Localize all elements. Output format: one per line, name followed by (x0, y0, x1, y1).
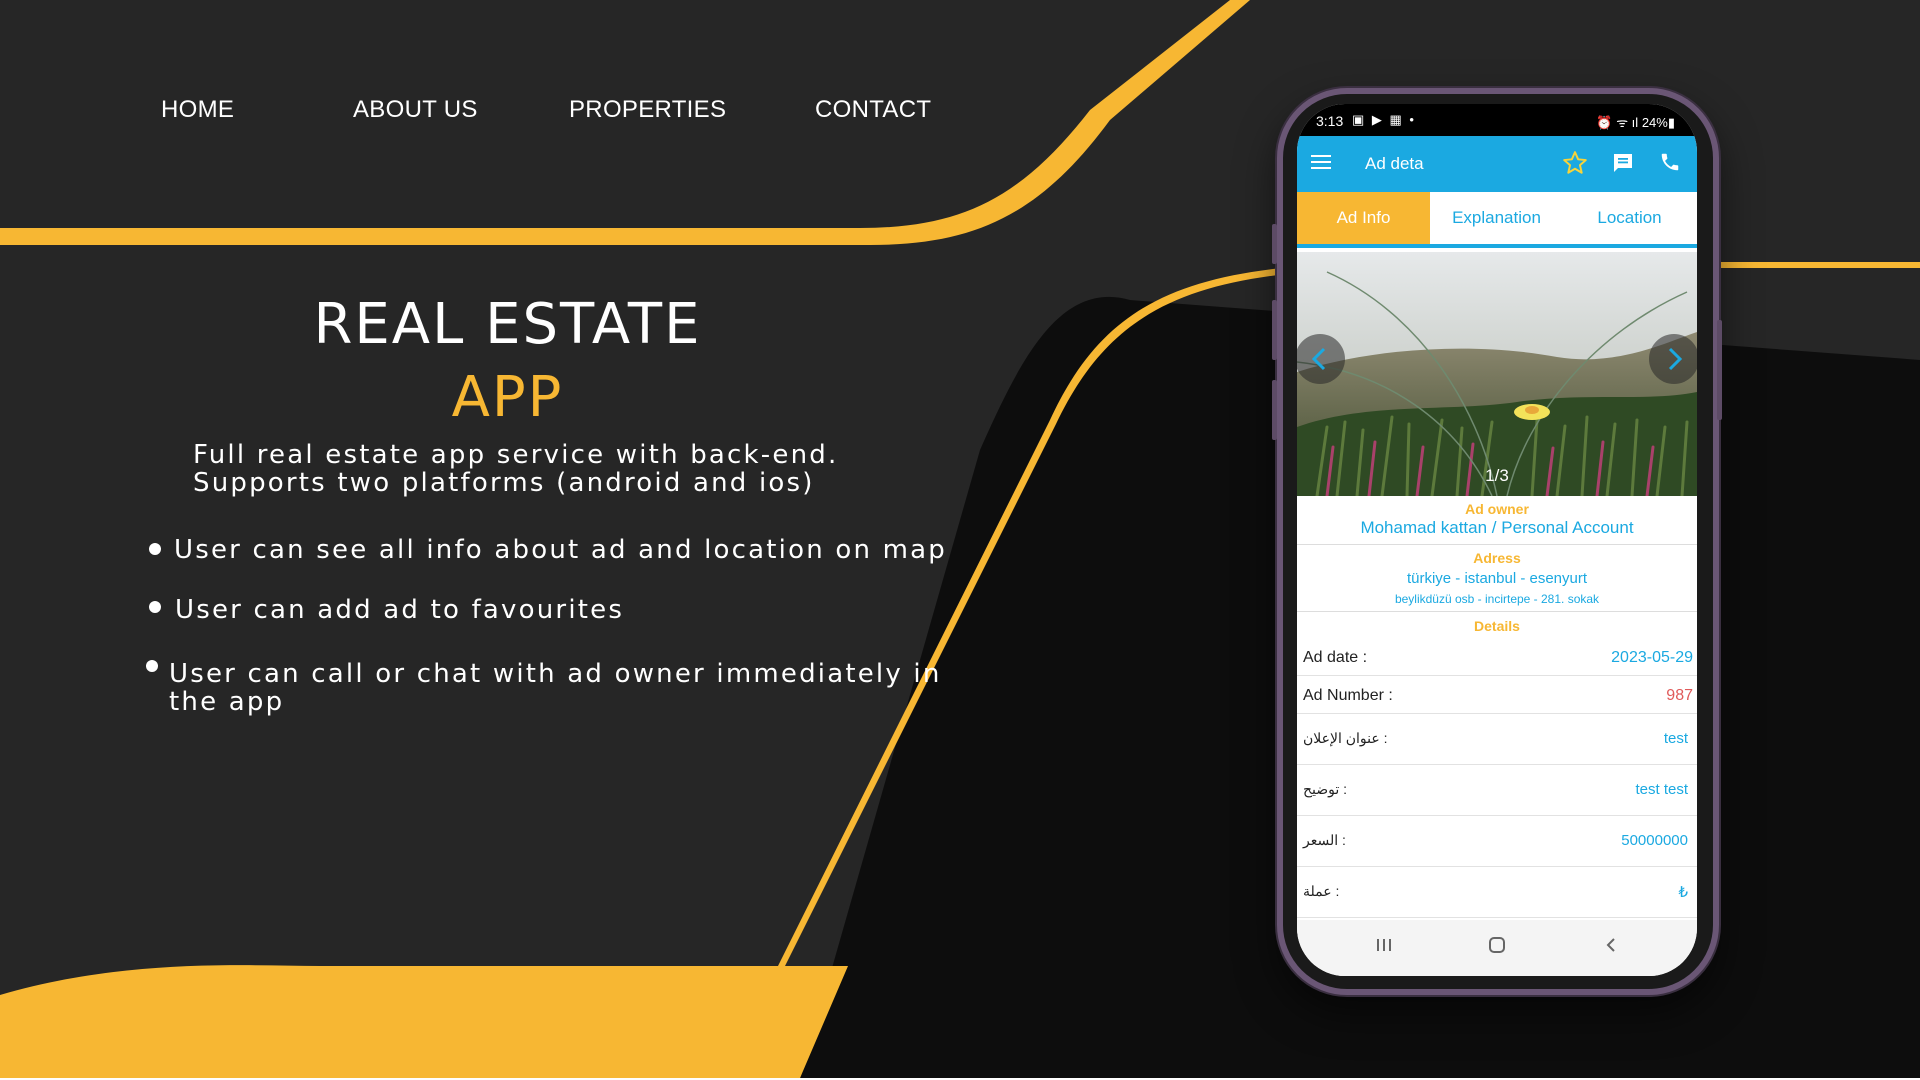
detail-value: ₺ (1678, 884, 1688, 901)
description-line: Full real estate app service with back-e… (193, 440, 839, 470)
tab-bar: Ad Info Explanation Location (1297, 192, 1697, 248)
home-icon[interactable] (1488, 936, 1506, 959)
detail-label: عملة : (1303, 883, 1340, 899)
address-label: Adress (1473, 550, 1521, 566)
tab-ad-info[interactable]: Ad Info (1297, 192, 1430, 244)
detail-row: عنوان الإعلان : test (1297, 714, 1697, 765)
signal-icon: ⏰ ᯤ ıl (1596, 115, 1642, 130)
detail-value: 2023-05-29 (1611, 649, 1693, 666)
detail-value: test (1663, 730, 1688, 747)
bullet-icon (149, 601, 161, 613)
bottom-blob (0, 965, 848, 1078)
feature-item: User can see all info about ad and locat… (174, 535, 947, 565)
side-button (1272, 300, 1277, 360)
status-time: 3:13 (1316, 113, 1344, 129)
gallery-prev-button[interactable] (1297, 334, 1345, 384)
nav-about-us[interactable]: ABOUT US (353, 96, 478, 124)
address-line-1: türkiye - istanbul - esenyurt (1406, 570, 1588, 587)
recent-apps-icon[interactable] (1375, 936, 1393, 959)
description-line: Supports two platforms (android and ios) (193, 468, 815, 498)
bullet-icon (146, 660, 158, 672)
side-button (1272, 224, 1277, 264)
detail-value: test test (1635, 781, 1688, 798)
chat-icon[interactable] (1611, 151, 1635, 180)
address-line-2: beylikdüzü osb - incirtepe - 281. sokak (1394, 592, 1600, 606)
detail-label: Ad date : (1303, 649, 1368, 666)
hero-subtitle: APP (451, 365, 564, 430)
phone-screen: 3:13 ▣ ▶ ▦ • ⏰ ᯤ ıl 24%▮ Ad deta Ad Info (1297, 104, 1697, 976)
app-bar: Ad deta (1297, 136, 1697, 192)
star-icon[interactable] (1562, 150, 1588, 181)
side-button (1272, 380, 1277, 440)
owner-name[interactable]: Mohamad kattan / Personal Account (1297, 518, 1697, 538)
android-nav-bar (1297, 920, 1697, 976)
divider (1297, 544, 1697, 545)
chevron-right-icon (1668, 347, 1683, 371)
image-gallery[interactable]: 1/3 (1297, 252, 1697, 496)
battery-icon: ▮ (1667, 115, 1675, 130)
detail-row: Ad Number : 987 (1297, 676, 1697, 714)
owner-label: Ad owner (1465, 501, 1529, 517)
gallery-next-button[interactable] (1649, 334, 1697, 384)
power-button (1717, 320, 1722, 420)
detail-value: 987 (1666, 687, 1693, 704)
hero-description: Full real estate app service with back-e… (193, 441, 838, 497)
gallery-photo (1297, 252, 1697, 496)
status-right: ⏰ ᯤ ıl 24%▮ (1596, 113, 1675, 131)
hero-title: REAL ESTATE (313, 292, 702, 357)
details-label: Details (1474, 618, 1520, 634)
feature-item: User can add ad to favourites (175, 595, 625, 625)
feature-line: User can call or chat with ad owner imme… (169, 659, 942, 689)
battery-level: 24% (1641, 115, 1668, 130)
bullet-icon (149, 543, 161, 555)
detail-label: عنوان الإعلان : (1303, 730, 1388, 746)
tab-explanation[interactable]: Explanation (1430, 192, 1563, 244)
landing-page: HOME ABOUT US PROPERTIES CONTACT REAL ES… (0, 0, 1920, 1080)
detail-row: عملة : ₺ (1297, 867, 1697, 918)
status-bar: 3:13 ▣ ▶ ▦ • ⏰ ᯤ ıl 24%▮ (1297, 104, 1697, 136)
phone-icon[interactable] (1659, 151, 1681, 178)
nav-properties[interactable]: PROPERTIES (569, 96, 726, 124)
detail-row: السعر : 50000000 (1297, 816, 1697, 867)
notification-icons: ▣ ▶ ▦ • (1352, 112, 1416, 127)
gallery-counter: 1/3 (1485, 466, 1509, 485)
app-bar-title: Ad deta (1365, 154, 1424, 173)
nav-contact[interactable]: CONTACT (815, 96, 931, 124)
detail-label: السعر : (1303, 832, 1346, 848)
detail-row: توضيح : test test (1297, 765, 1697, 816)
back-icon[interactable] (1602, 936, 1620, 959)
detail-value: 50000000 (1621, 832, 1688, 849)
detail-row: Ad date : 2023-05-29 (1297, 638, 1697, 676)
feature-item: User can call or chat with ad owner imme… (169, 660, 942, 716)
tab-location[interactable]: Location (1563, 192, 1696, 244)
menu-icon[interactable] (1311, 154, 1331, 175)
chevron-left-icon (1311, 347, 1326, 371)
detail-label: Ad Number : (1303, 687, 1393, 704)
divider (1297, 611, 1697, 612)
detail-label: توضيح : (1303, 781, 1348, 797)
feature-line: the app (169, 687, 285, 717)
nav-home[interactable]: HOME (161, 96, 234, 124)
